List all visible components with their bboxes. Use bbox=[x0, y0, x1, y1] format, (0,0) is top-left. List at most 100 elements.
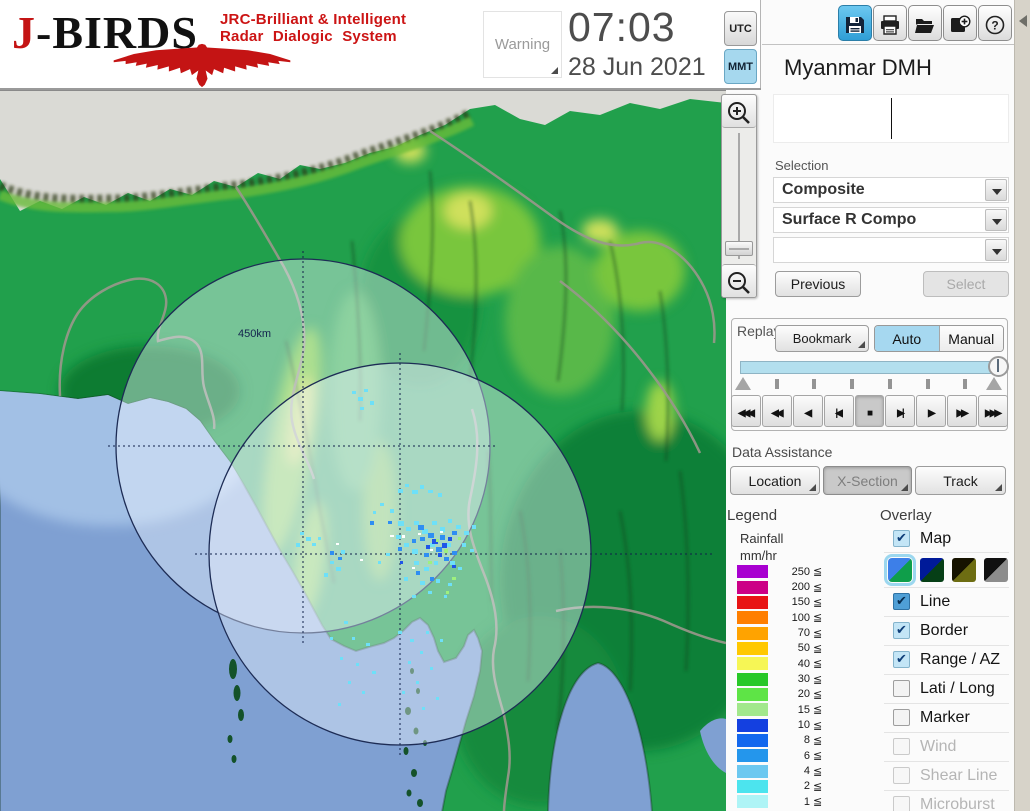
playback-controls: ◀◀◀ ◀◀ ◀ |◀ ■ ▶| ▶ ▶▶ ▶▶▶ bbox=[731, 395, 1009, 427]
legend-operator: ≦ bbox=[813, 673, 823, 686]
fast-rewind-button[interactable]: ◀◀ bbox=[761, 395, 792, 427]
step-back-button[interactable]: |◀ bbox=[823, 395, 854, 427]
legend-value: 8 bbox=[803, 734, 810, 747]
map-checkbox[interactable] bbox=[893, 530, 910, 547]
overlay-checkbox[interactable] bbox=[893, 738, 910, 755]
map-style-swatch[interactable] bbox=[884, 554, 916, 586]
auto-mode-button[interactable]: Auto bbox=[875, 326, 939, 351]
svg-text:?: ? bbox=[991, 19, 998, 33]
mmt-button[interactable]: MMT bbox=[724, 49, 757, 84]
manual-mode-button[interactable]: Manual bbox=[938, 326, 1003, 351]
legend-value: 2 bbox=[803, 780, 810, 793]
legend-color-swatch bbox=[737, 611, 768, 625]
fastest-rewind-button[interactable]: ◀◀◀ bbox=[731, 395, 761, 427]
fast-forward-button[interactable]: ▶▶ bbox=[947, 395, 978, 427]
chevron-down-icon bbox=[992, 189, 1002, 195]
print-icon bbox=[881, 15, 899, 35]
utc-button[interactable]: UTC bbox=[724, 11, 757, 46]
select-button[interactable]: Select bbox=[923, 271, 1009, 297]
step-forward-button[interactable]: ▶| bbox=[885, 395, 916, 427]
help-icon: ? bbox=[985, 15, 1005, 35]
overlay-checkbox[interactable] bbox=[893, 622, 910, 639]
selection-dropdown[interactable]: Composite bbox=[773, 177, 1009, 203]
selection-dropdown[interactable] bbox=[773, 237, 1009, 263]
map-style-swatch[interactable] bbox=[984, 558, 1008, 582]
save-button[interactable] bbox=[838, 5, 872, 41]
panel-collapse-strip[interactable] bbox=[1014, 0, 1030, 811]
replay-timeline-track[interactable] bbox=[740, 361, 1002, 374]
overlay-checkbox[interactable] bbox=[893, 651, 910, 668]
timeline-ticks bbox=[731, 379, 1008, 391]
overlay-row: Border bbox=[884, 617, 1009, 646]
legend-operator: ≦ bbox=[813, 750, 823, 763]
help-button[interactable]: ? bbox=[978, 5, 1012, 41]
selection-dropdown[interactable]: Surface R Compo bbox=[773, 207, 1009, 233]
dropdown-arrow-button[interactable] bbox=[985, 239, 1007, 261]
print-button[interactable] bbox=[873, 5, 907, 41]
map-style-row bbox=[884, 553, 1009, 588]
clock-date: 28 Jun 2021 bbox=[568, 53, 706, 81]
legend-color-swatch bbox=[737, 595, 768, 609]
bookmark-button[interactable]: Bookmark bbox=[775, 325, 869, 352]
legend-value: 70 bbox=[797, 627, 810, 640]
overlay-checkbox[interactable] bbox=[893, 709, 910, 726]
replay-timeline-thumb[interactable] bbox=[988, 356, 1009, 377]
location-button[interactable]: Location bbox=[730, 466, 820, 495]
legend-color-swatch bbox=[737, 718, 768, 732]
stop-button[interactable]: ■ bbox=[854, 395, 885, 427]
legend-row: 15 ≦ bbox=[737, 702, 837, 717]
radar-map[interactable]: 450km bbox=[0, 91, 726, 811]
overlay-section-label: Overlay bbox=[880, 507, 932, 524]
legend-operator: ≦ bbox=[813, 658, 823, 671]
map-style-swatch[interactable] bbox=[952, 558, 976, 582]
data-assistance-label: Data Assistance bbox=[732, 444, 833, 460]
legend-color-swatch bbox=[737, 641, 768, 655]
legend-value: 15 bbox=[797, 703, 810, 716]
map-style-swatch[interactable] bbox=[920, 558, 944, 582]
legend-row: 50 ≦ bbox=[737, 641, 837, 656]
fastest-forward-button[interactable]: ▶▶▶ bbox=[978, 395, 1009, 427]
zoom-slider-handle[interactable] bbox=[725, 241, 753, 256]
warning-button[interactable]: Warning bbox=[483, 11, 562, 78]
legend-operator: ≦ bbox=[813, 627, 823, 640]
legend-value: 10 bbox=[797, 719, 810, 732]
legend-operator: ≦ bbox=[813, 566, 823, 579]
legend-color-swatch bbox=[737, 764, 768, 778]
overlay-checkbox[interactable] bbox=[893, 767, 910, 784]
overlay-row: Microburst bbox=[884, 791, 1009, 811]
legend-color-swatch bbox=[737, 733, 768, 747]
x-section-button[interactable]: X-Section bbox=[823, 466, 912, 495]
radar-map-view[interactable]: 450km bbox=[0, 90, 726, 811]
legend-value: 30 bbox=[797, 673, 810, 686]
legend-row: 6 ≦ bbox=[737, 748, 837, 763]
dropdown-arrow-button[interactable] bbox=[985, 209, 1007, 231]
overlay-row: Marker bbox=[884, 704, 1009, 733]
zoom-out-button[interactable] bbox=[722, 264, 756, 297]
zoom-in-button[interactable] bbox=[722, 95, 756, 128]
add-image-button[interactable] bbox=[943, 5, 977, 41]
overlay-checkbox[interactable] bbox=[893, 796, 910, 811]
legend-color-swatch bbox=[737, 687, 768, 701]
range-ring-label: 450km bbox=[238, 328, 271, 340]
dropdown-arrow-button[interactable] bbox=[985, 179, 1007, 201]
overlay-checkbox[interactable] bbox=[893, 593, 910, 610]
track-button[interactable]: Track bbox=[915, 466, 1006, 495]
legend-operator: ≦ bbox=[813, 612, 823, 625]
legend-color-swatch bbox=[737, 657, 768, 671]
add-image-icon bbox=[951, 15, 971, 32]
previous-button[interactable]: Previous bbox=[775, 271, 861, 297]
overlay-checkbox[interactable] bbox=[893, 680, 910, 697]
dropdown-value: Surface R Compo bbox=[782, 211, 917, 228]
legend-row: 8 ≦ bbox=[737, 733, 837, 748]
overlay-label: Microburst bbox=[920, 796, 995, 811]
legend-unit-line1: Rainfall bbox=[740, 531, 784, 546]
timeline-end-marker[interactable] bbox=[986, 377, 1002, 390]
play-button[interactable]: ▶ bbox=[916, 395, 947, 427]
play-reverse-button[interactable]: ◀ bbox=[792, 395, 823, 427]
legend-operator: ≦ bbox=[813, 596, 823, 609]
legend-operator: ≦ bbox=[813, 581, 823, 594]
map-zoom-control bbox=[721, 94, 757, 298]
legend-value: 150 bbox=[791, 596, 810, 609]
legend-row: 20 ≦ bbox=[737, 687, 837, 702]
open-folder-button[interactable] bbox=[908, 5, 942, 41]
